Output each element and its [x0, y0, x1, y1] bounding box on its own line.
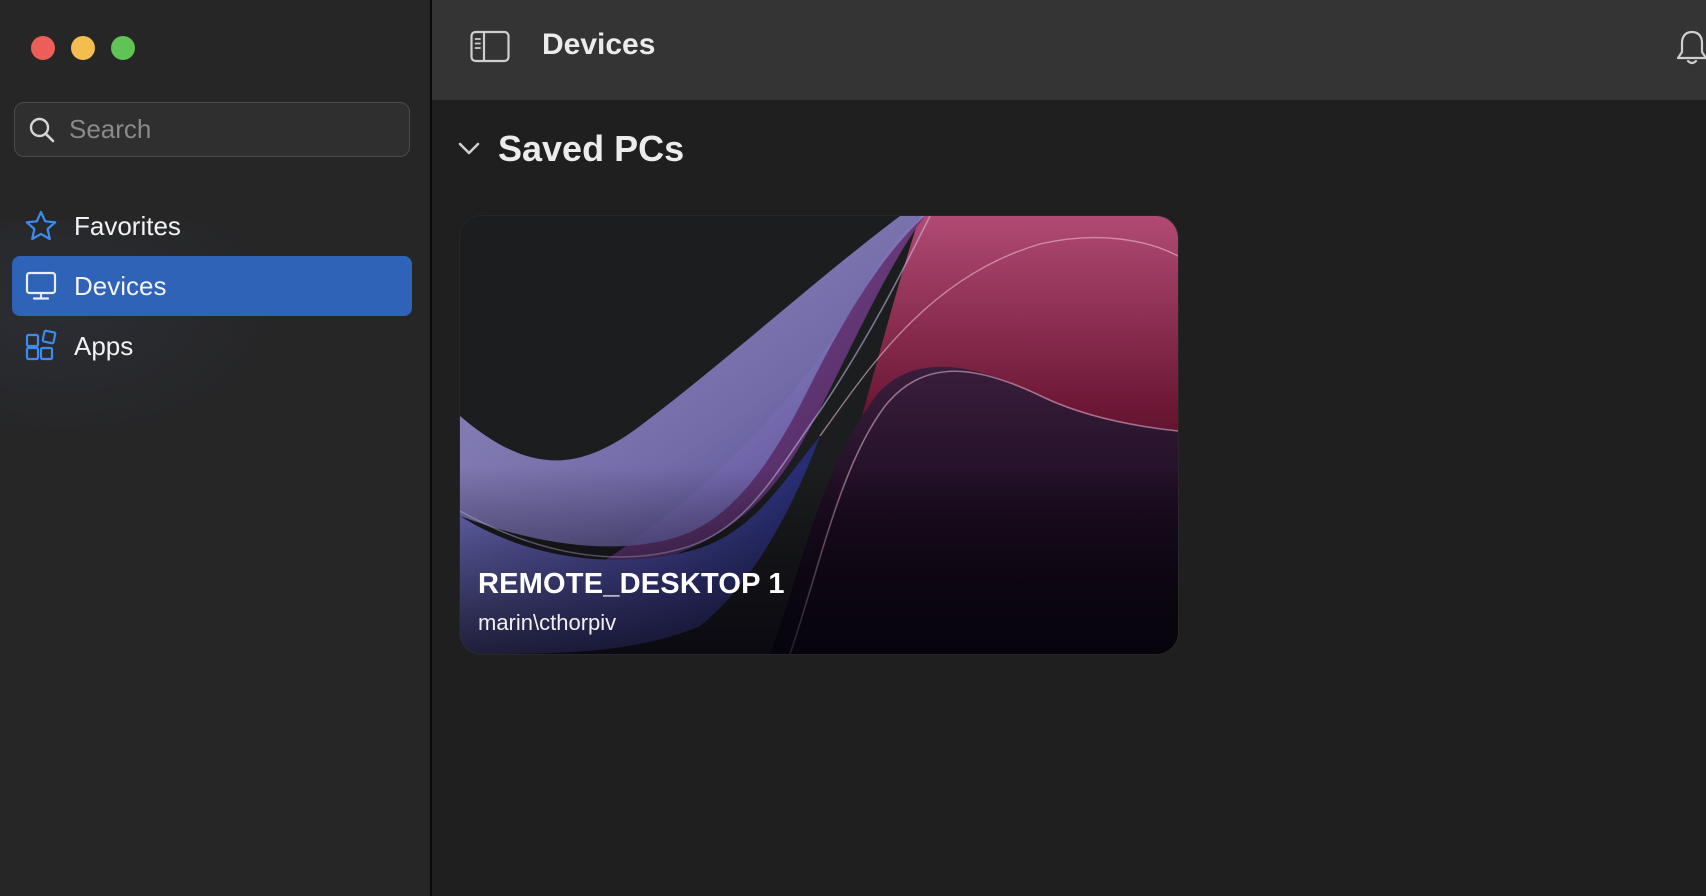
sidebar-toggle-icon[interactable] [470, 30, 510, 64]
chevron-down-icon[interactable] [456, 136, 482, 162]
toolbar: Devices [432, 0, 1706, 100]
search-icon [29, 117, 55, 142]
sidebar-item-label: Devices [74, 270, 167, 301]
search-field[interactable] [14, 102, 410, 157]
sidebar-item-devices[interactable]: Devices [12, 256, 412, 316]
sidebar-item-label: Favorites [74, 210, 181, 241]
star-icon [25, 210, 57, 241]
sidebar-item-apps[interactable]: Apps [12, 316, 412, 376]
sidebar-item-favorites[interactable]: Favorites [12, 196, 412, 256]
main-content: Devices Saved PCs REMOTE_DESKTOP 1 marin… [432, 0, 1706, 896]
maximize-window-button[interactable] [111, 36, 135, 60]
sidebar: Favorites Devices Apps [0, 0, 432, 896]
page-title: Devices [542, 28, 656, 61]
section-title: Saved PCs [498, 128, 685, 169]
minimize-window-button[interactable] [71, 36, 95, 60]
search-input[interactable] [67, 113, 391, 146]
window-controls [31, 36, 135, 60]
apps-grid-icon [25, 329, 57, 361]
pc-tile[interactable]: REMOTE_DESKTOP 1 marin\cthorpiv [460, 216, 1178, 654]
bell-icon[interactable] [1672, 28, 1706, 68]
sidebar-nav: Favorites Devices Apps [12, 196, 412, 376]
pc-name: REMOTE_DESKTOP 1 [478, 568, 785, 600]
remote-desktop-window: Favorites Devices Apps [0, 0, 1706, 896]
close-window-button[interactable] [31, 36, 55, 60]
pc-username: marin\cthorpiv [478, 610, 617, 635]
section-header-saved-pcs[interactable]: Saved PCs [456, 128, 684, 170]
sidebar-item-label: Apps [74, 330, 134, 361]
monitor-icon [25, 271, 57, 300]
